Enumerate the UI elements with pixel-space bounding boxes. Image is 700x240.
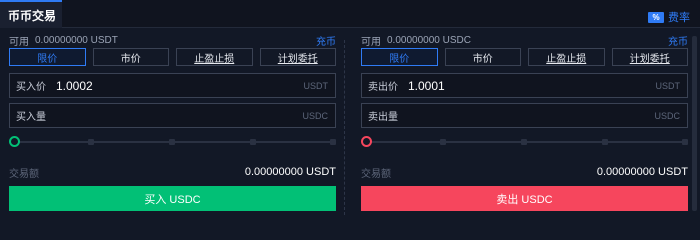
sell-tab-market[interactable]: 市价 — [444, 48, 521, 66]
buy-deposit-link[interactable]: 充币 — [316, 33, 336, 48]
sell-available-value: 0.00000000 USDC — [387, 34, 471, 46]
sell-total-label: 交易额 — [361, 168, 391, 180]
sell-deposit-link[interactable]: 充币 — [668, 33, 688, 48]
buy-tab-market[interactable]: 市价 — [92, 48, 169, 66]
buy-order-type-tabs: 限价 市价 止盈止损 计划委托 — [9, 48, 336, 66]
buy-price-unit: USDT — [303, 80, 329, 91]
top-bar: 币币交易 % 费率 — [0, 0, 700, 28]
buy-tab-tp-sl[interactable]: 止盈止损 — [176, 48, 253, 66]
sell-amount-field[interactable]: 卖出量 USDC — [361, 103, 688, 128]
sell-slider-tick-100[interactable] — [682, 139, 688, 145]
tab-spot-trading[interactable]: 币币交易 — [0, 0, 62, 28]
sell-tab-trigger-label: 计划委托 — [629, 53, 670, 65]
sell-slider-tick-50[interactable] — [521, 139, 527, 145]
sell-price-unit: USDT — [655, 80, 681, 91]
sell-slider-tick-75[interactable] — [602, 139, 608, 145]
sell-total-row: 交易额 0.00000000 USDT — [361, 165, 688, 180]
buy-slider-tick-100[interactable] — [330, 139, 336, 145]
fee-rate-button[interactable]: % 费率 — [648, 9, 690, 25]
buy-price-label: 买入价 — [16, 82, 46, 93]
sell-price-input[interactable]: 1.0001 — [408, 79, 445, 93]
sell-tab-trigger[interactable]: 计划委托 — [611, 48, 688, 66]
sell-tab-limit[interactable]: 限价 — [361, 48, 438, 66]
buy-amount-field[interactable]: 买入量 USDC — [9, 103, 336, 128]
sell-price-label: 卖出价 — [368, 82, 398, 93]
sell-usdc-button[interactable]: 卖出 USDC — [361, 186, 688, 211]
panel-divider — [344, 40, 345, 215]
buy-slider-track — [15, 141, 336, 143]
sell-price-field[interactable]: 卖出价 1.0001 USDT — [361, 73, 688, 98]
buy-total-value: 0.00000000 USDT — [244, 166, 336, 178]
sell-available-row: 可用 0.00000000 USDC 充币 — [361, 33, 688, 48]
percent-icon: % — [648, 11, 664, 23]
scrollbar[interactable] — [692, 36, 697, 211]
buy-tab-trigger-label: 计划委托 — [277, 53, 318, 65]
sell-tab-tp-sl[interactable]: 止盈止损 — [528, 48, 605, 66]
buy-total-row: 交易额 0.00000000 USDT — [9, 165, 336, 180]
buy-slider-handle[interactable] — [9, 136, 20, 147]
buy-available-label: 可用 — [9, 36, 29, 48]
buy-tab-limit[interactable]: 限价 — [9, 48, 86, 66]
buy-total-label: 交易额 — [9, 168, 39, 180]
buy-price-field[interactable]: 买入价 1.0002 USDT — [9, 73, 336, 98]
sell-amount-unit: USDC — [654, 110, 680, 121]
buy-available-value: 0.00000000 USDT — [35, 34, 118, 46]
sell-available-label: 可用 — [361, 36, 381, 48]
sell-slider-tick-25[interactable] — [440, 139, 446, 145]
buy-available-row: 可用 0.00000000 USDT 充币 — [9, 33, 336, 48]
sell-slider-handle[interactable] — [361, 136, 372, 147]
buy-tab-trigger[interactable]: 计划委托 — [259, 48, 336, 66]
buy-slider-tick-75[interactable] — [250, 139, 256, 145]
buy-panel: 可用 0.00000000 USDT 充币 限价 市价 止盈止损 计划委托 买入… — [0, 28, 336, 235]
tab-spot-trading-label: 币币交易 — [8, 8, 57, 23]
buy-percent-slider[interactable] — [9, 136, 336, 148]
sell-order-type-tabs: 限价 市价 止盈止损 计划委托 — [361, 48, 688, 66]
buy-amount-label: 买入量 — [16, 112, 46, 123]
fee-rate-label: 费率 — [668, 12, 690, 24]
sell-amount-label: 卖出量 — [368, 112, 398, 123]
sell-panel: 可用 0.00000000 USDC 充币 限价 市价 止盈止损 计划委托 卖出… — [352, 28, 688, 235]
sell-slider-track — [367, 141, 688, 143]
buy-tab-tp-sl-label: 止盈止损 — [194, 53, 235, 65]
sell-tab-tp-sl-label: 止盈止损 — [546, 53, 587, 65]
buy-price-input[interactable]: 1.0002 — [56, 79, 93, 93]
buy-amount-unit: USDC — [302, 110, 328, 121]
buy-slider-tick-50[interactable] — [169, 139, 175, 145]
sell-percent-slider[interactable] — [361, 136, 688, 148]
buy-slider-tick-25[interactable] — [88, 139, 94, 145]
sell-total-value: 0.00000000 USDT — [596, 166, 688, 178]
buy-usdc-button[interactable]: 买入 USDC — [9, 186, 336, 211]
